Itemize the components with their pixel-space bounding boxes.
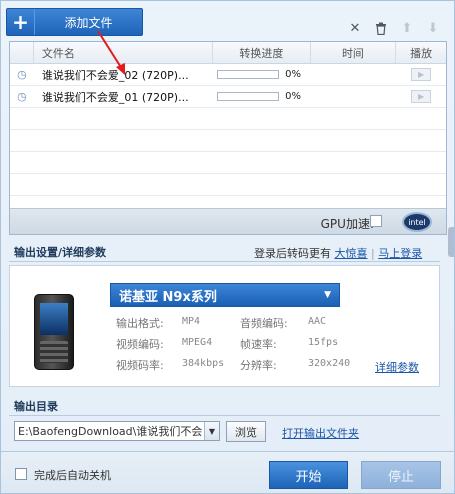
converter-window: + 添加文件 ✕ ⬆ ⬇ 文件名 转换进度 时间 播放 ◷ 谁说我们不会爱_02… — [0, 0, 455, 494]
clock-icon: ◷ — [17, 90, 27, 103]
plus-icon: + — [7, 9, 35, 35]
empty-row — [10, 152, 446, 174]
output-settings-panel: 诺基亚 N9x系列 ▼ 输出格式: MP4 音频编码: AAC 视频编码: MP… — [9, 265, 440, 387]
device-model-select[interactable]: 诺基亚 N9x系列 ▼ — [110, 283, 340, 307]
progress-bar — [217, 92, 280, 101]
empty-row — [10, 174, 446, 196]
progress-bar — [217, 70, 280, 79]
progress-percent: 0% — [285, 69, 301, 80]
spec-value: MPEG4 — [182, 337, 213, 348]
play-button[interactable]: ▶ — [411, 90, 432, 103]
header-spacer — [10, 42, 34, 63]
spec-value: AAC — [308, 316, 327, 327]
gpu-bar: GPU加速: intel — [10, 208, 446, 234]
auto-shutdown-label[interactable]: 完成后自动关机 — [34, 467, 111, 483]
spec-video-bitrate: 视频码率: 384kbps — [116, 357, 224, 373]
arrow-down-icon[interactable]: ⬇ — [426, 21, 440, 36]
open-output-folder-link[interactable]: 打开输出文件夹 — [282, 425, 359, 441]
auto-shutdown-checkbox[interactable] — [15, 468, 27, 480]
table-row[interactable]: ◷ 谁说我们不会爱_01 (720P)... 0% ▶ — [10, 86, 446, 108]
spec-value: 15fps — [308, 337, 339, 348]
progress-cell: 0% — [213, 91, 311, 102]
spec-label: 视频码率: — [116, 359, 164, 372]
output-dir-title: 输出目录 — [14, 400, 58, 413]
device-model-label: 诺基亚 N9x系列 — [119, 289, 217, 305]
login-link[interactable]: 马上登录 — [378, 247, 422, 260]
footer-bar: 完成后自动关机 开始 停止 — [1, 451, 454, 493]
stop-button[interactable]: 停止 — [361, 461, 441, 489]
add-file-label: 添加文件 — [64, 15, 113, 30]
browse-button[interactable]: 浏览 — [226, 421, 266, 442]
divider-line — [9, 261, 440, 262]
output-dir-path: E:\BaofengDownload\谁说我们不会 — [18, 425, 203, 438]
login-note: 登录后转码更有 大惊喜 | 马上登录 — [254, 245, 422, 261]
progress-cell: 0% — [213, 69, 311, 80]
spec-label: 帧速率: — [240, 338, 277, 351]
spec-label: 输出格式: — [116, 317, 164, 330]
progress-percent: 0% — [285, 91, 301, 102]
gpu-checkbox[interactable] — [370, 215, 382, 227]
play-cell: ▶ — [396, 68, 446, 81]
header-progress[interactable]: 转换进度 — [213, 42, 311, 63]
play-icon: ▶ — [418, 92, 425, 101]
divider: | — [371, 247, 375, 260]
spec-value: 320x240 — [308, 358, 351, 369]
header-play[interactable]: 播放 — [396, 42, 446, 63]
intel-logo: intel — [402, 212, 432, 232]
chevron-down-icon: ▼ — [204, 422, 219, 440]
output-settings-title: 输出设置/详细参数 — [14, 246, 107, 259]
spec-label: 音频编码: — [240, 317, 288, 330]
arrow-up-icon[interactable]: ⬆ — [400, 21, 414, 36]
gpu-label: GPU加速: — [320, 217, 374, 231]
spec-value: MP4 — [182, 316, 201, 327]
detail-params-link[interactable]: 详细参数 — [375, 359, 419, 375]
clock-icon: ◷ — [17, 68, 27, 81]
phone-keys — [40, 341, 68, 363]
divider-line — [9, 415, 440, 416]
login-note-text: 登录后转码更有 — [254, 247, 331, 260]
spec-audio-codec: 音频编码: AAC — [240, 315, 326, 331]
output-dir-select[interactable]: E:\BaofengDownload\谁说我们不会 ▼ — [14, 421, 220, 441]
play-icon: ▶ — [418, 70, 425, 79]
spec-video-codec: 视频编码: MPEG4 — [116, 336, 212, 352]
close-icon[interactable]: ✕ — [348, 21, 362, 36]
start-button[interactable]: 开始 — [269, 461, 348, 489]
play-button[interactable]: ▶ — [411, 68, 432, 81]
header-time[interactable]: 时间 — [311, 42, 397, 63]
spec-output-format: 输出格式: MP4 — [116, 315, 200, 331]
trash-icon[interactable] — [374, 21, 388, 35]
chevron-down-icon: ▼ — [324, 290, 331, 300]
file-name: 谁说我们不会爱_01 (720P)... — [41, 90, 189, 104]
spec-resolution: 分辨率: 320x240 — [240, 357, 350, 373]
spec-frame-rate: 帧速率: 15fps — [240, 336, 338, 352]
empty-row — [10, 108, 446, 130]
side-collapse-handle[interactable] — [448, 227, 454, 257]
spec-label: 分辨率: — [240, 359, 277, 372]
spec-value: 384kbps — [182, 358, 225, 369]
file-list-header: 文件名 转换进度 时间 播放 — [10, 42, 446, 64]
surprise-link[interactable]: 大惊喜 — [335, 247, 368, 260]
empty-row — [10, 130, 446, 152]
phone-image — [34, 294, 74, 370]
file-list: 文件名 转换进度 时间 播放 ◷ 谁说我们不会爱_02 (720P)... 0%… — [9, 41, 447, 235]
spec-label: 视频编码: — [116, 338, 164, 351]
play-cell: ▶ — [396, 90, 446, 103]
list-toolbar: ✕ ⬆ ⬇ — [348, 21, 440, 36]
table-row[interactable]: ◷ 谁说我们不会爱_02 (720P)... 0% ▶ — [10, 64, 446, 86]
phone-screen — [40, 303, 68, 335]
red-arrow-icon — [97, 30, 125, 75]
